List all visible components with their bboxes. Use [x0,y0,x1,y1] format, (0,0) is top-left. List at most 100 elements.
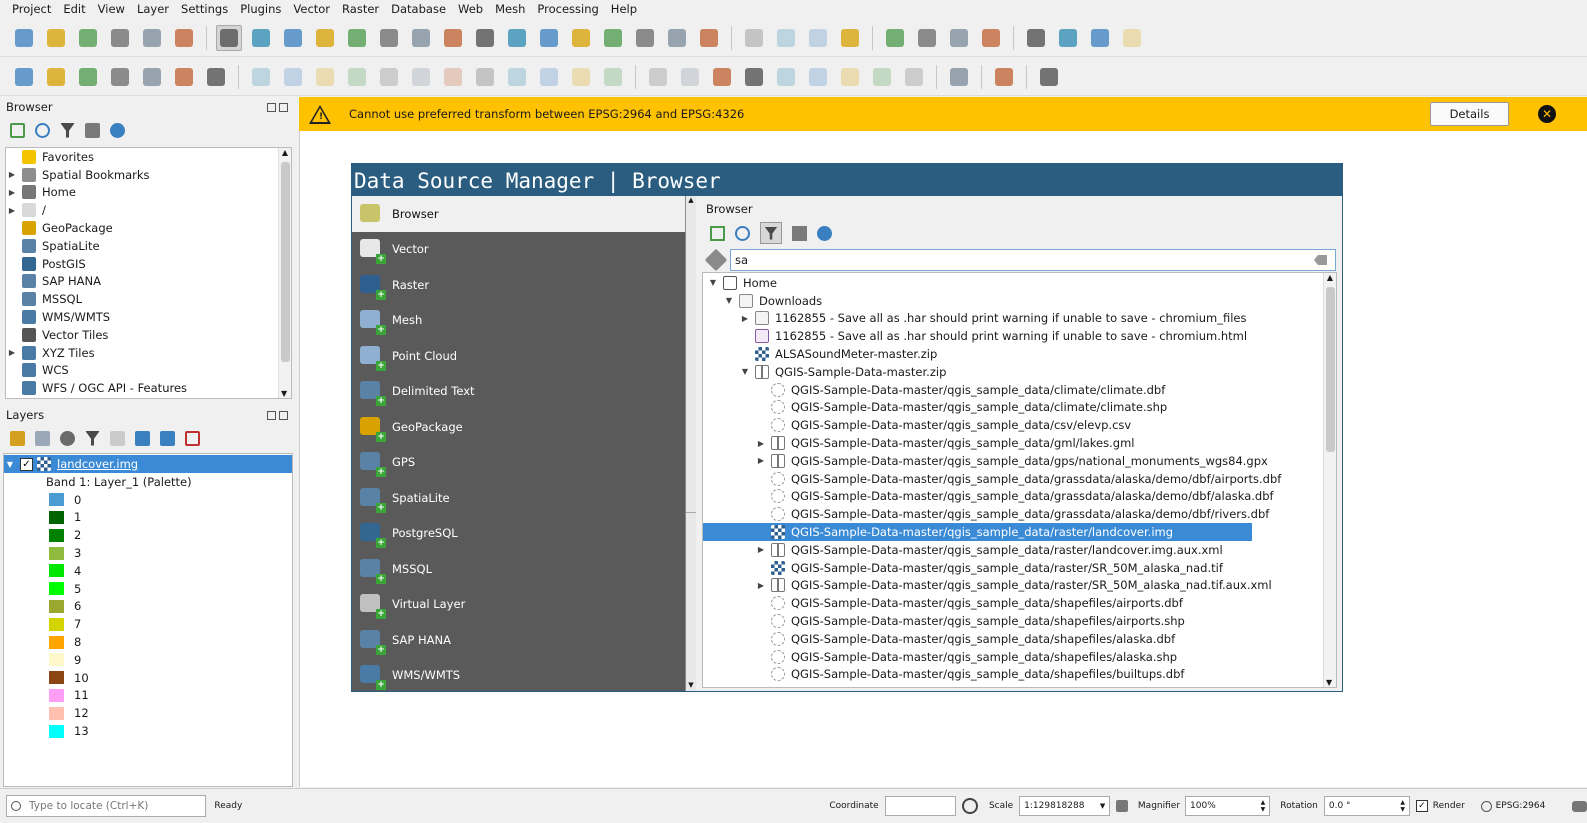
filter-icon[interactable] [760,222,782,244]
dsm-category-vector[interactable]: + Vector [352,232,685,268]
new-3d-map-icon[interactable] [568,25,594,51]
crs-button[interactable]: EPSG:2964 [1496,801,1546,811]
layer-diagram-icon[interactable] [677,64,703,90]
redo-icon[interactable] [600,64,626,90]
modify-attributes-icon[interactable] [408,64,434,90]
filter-icon[interactable] [60,122,75,138]
move-label-icon[interactable] [837,64,863,90]
dsm-category-sap-hana[interactable]: + SAP HANA [352,622,685,658]
show-bookmarks-icon[interactable] [632,25,658,51]
rotation-spinbox[interactable]: 0.0 ° ▲ ▼ [1323,796,1411,816]
browser-item[interactable]: Favorites [6,148,279,166]
dsm-tree-item[interactable]: ▼ Home [703,274,1323,292]
menu-help[interactable]: Help [605,0,643,18]
menu-web[interactable]: Web [452,0,489,18]
zoom-last-icon[interactable] [472,25,498,51]
dsm-category-postgresql[interactable]: + PostgreSQL [352,516,685,552]
add-mesh-icon[interactable] [203,64,229,90]
dsm-tree-item[interactable]: QGIS-Sample-Data-master/qgis_sample_data… [703,505,1323,523]
identify-icon[interactable] [882,25,908,51]
collapse-arrow-icon[interactable]: ▼ [723,296,735,305]
digitize-icon[interactable] [344,64,370,90]
new-print-layout-icon[interactable] [107,25,133,51]
spin-arrows-icon[interactable]: ▲ ▼ [1400,799,1405,813]
menu-raster[interactable]: Raster [336,0,385,18]
new-virtual-layer-icon[interactable] [171,64,197,90]
filter-options-icon[interactable] [704,248,728,272]
browser-item[interactable]: WFS / OGC API - Features [6,379,279,397]
pin-label-icon[interactable] [773,64,799,90]
expand-all-icon[interactable] [135,430,150,446]
scroll-up-icon[interactable]: ▲ [279,148,291,157]
toggle-editing-icon[interactable] [280,64,306,90]
dsm-category-spatialite[interactable]: + SpatiaLite [352,480,685,516]
dsm-tree-item[interactable]: QGIS-Sample-Data-master/qgis_sample_data… [703,612,1323,630]
select-features-icon[interactable] [741,25,767,51]
expand-arrow-icon[interactable]: ▶ [6,206,18,215]
scroll-down-icon[interactable]: ▼ [1326,678,1332,687]
render-checkbox[interactable]: ✓ [1416,800,1428,812]
new-project-icon[interactable] [11,25,37,51]
dsm-tree-item[interactable]: QGIS-Sample-Data-master/qgis_sample_data… [703,488,1323,506]
statistical-summary-icon[interactable] [978,25,1004,51]
deselect-icon[interactable] [805,25,831,51]
dsm-category-mssql[interactable]: + MSSQL [352,551,685,587]
dsm-category-virtual-layer[interactable]: + Virtual Layer [352,587,685,623]
dsm-tree-item[interactable]: QGIS-Sample-Data-master/qgis_sample_data… [703,523,1252,541]
browser-item[interactable]: ▶ Spatial Bookmarks [6,166,279,184]
expand-arrow-icon[interactable]: ▶ [755,439,767,448]
refresh-icon[interactable] [35,122,50,138]
new-temp-layer-icon[interactable] [139,64,165,90]
new-map-view-icon[interactable] [536,25,562,51]
expand-arrow-icon[interactable]: ▶ [739,314,751,323]
dsm-category-point-cloud[interactable]: + Point Cloud [352,338,685,374]
info-icon[interactable] [110,122,125,138]
dsm-tree-scroll-thumb[interactable] [1326,287,1335,452]
refresh-icon[interactable] [735,225,750,241]
float-dock-icon[interactable] [267,410,276,420]
browser-item[interactable]: SpatiaLite [6,237,279,255]
change-label-icon[interactable] [901,64,927,90]
collapse-arrow-icon[interactable]: ▼ [4,460,16,469]
dsm-tree-item[interactable]: QGIS-Sample-Data-master/qgis_sample_data… [703,648,1323,666]
scroll-up-icon[interactable]: ▲ [686,196,696,204]
expand-arrow-icon[interactable]: ▶ [6,188,18,197]
zoom-full-icon[interactable] [344,25,370,51]
dsm-category-gps[interactable]: + GPS [352,445,685,481]
float-dock-icon[interactable] [267,102,276,112]
attribute-table2-icon[interactable] [1023,25,1049,51]
zoom-next-icon[interactable] [504,25,530,51]
pan-icon[interactable] [216,24,242,51]
info-icon[interactable] [817,225,832,241]
zoom-out-icon[interactable] [312,25,338,51]
scroll-down-icon[interactable]: ▼ [281,389,287,398]
close-dock-icon[interactable] [279,102,288,112]
add-selected-layers-icon[interactable] [10,122,25,138]
manage-visibility-icon[interactable] [60,430,75,446]
lock-scale-icon[interactable] [1116,800,1128,812]
locate-input[interactable]: Type to locate (Ctrl+K) [6,795,207,817]
expand-arrow-icon[interactable]: ▶ [755,456,767,465]
dsm-left-scrollbar[interactable]: ▲ ▼ [686,196,696,691]
new-bookmark-icon[interactable] [600,25,626,51]
save-edits-icon[interactable] [312,64,338,90]
expand-arrow-icon[interactable]: ▶ [6,170,18,179]
dsm-tree-item[interactable]: 1162855 - Save all as .har should print … [703,327,1323,345]
map-tips-icon[interactable] [1087,25,1113,51]
new-geopackage-layer-icon[interactable] [43,64,69,90]
dsm-tree-item[interactable]: ▶ QGIS-Sample-Data-master/qgis_sample_dat… [703,452,1323,470]
dsm-tree-item[interactable]: QGIS-Sample-Data-master/qgis_sample_data… [703,416,1323,434]
menu-edit[interactable]: Edit [57,0,91,18]
dsm-tree-item[interactable]: QGIS-Sample-Data-master/qgis_sample_data… [703,594,1323,612]
menu-processing[interactable]: Processing [531,0,604,18]
browser-item[interactable]: ▶ Home [6,184,279,202]
browser-scroll-thumb[interactable] [281,162,290,362]
dsm-category-browser[interactable]: Browser [352,196,685,232]
menu-project[interactable]: Project [6,0,57,18]
layer-row[interactable]: ▼ ✓ landcover.img [4,455,292,473]
menu-settings[interactable]: Settings [175,0,234,18]
spin-arrows-icon[interactable]: ▲ ▼ [1261,799,1266,813]
refresh-icon[interactable] [696,25,722,51]
browser-item[interactable]: ▶ / [6,201,279,219]
scroll-up-icon[interactable]: ▲ [1324,273,1336,282]
